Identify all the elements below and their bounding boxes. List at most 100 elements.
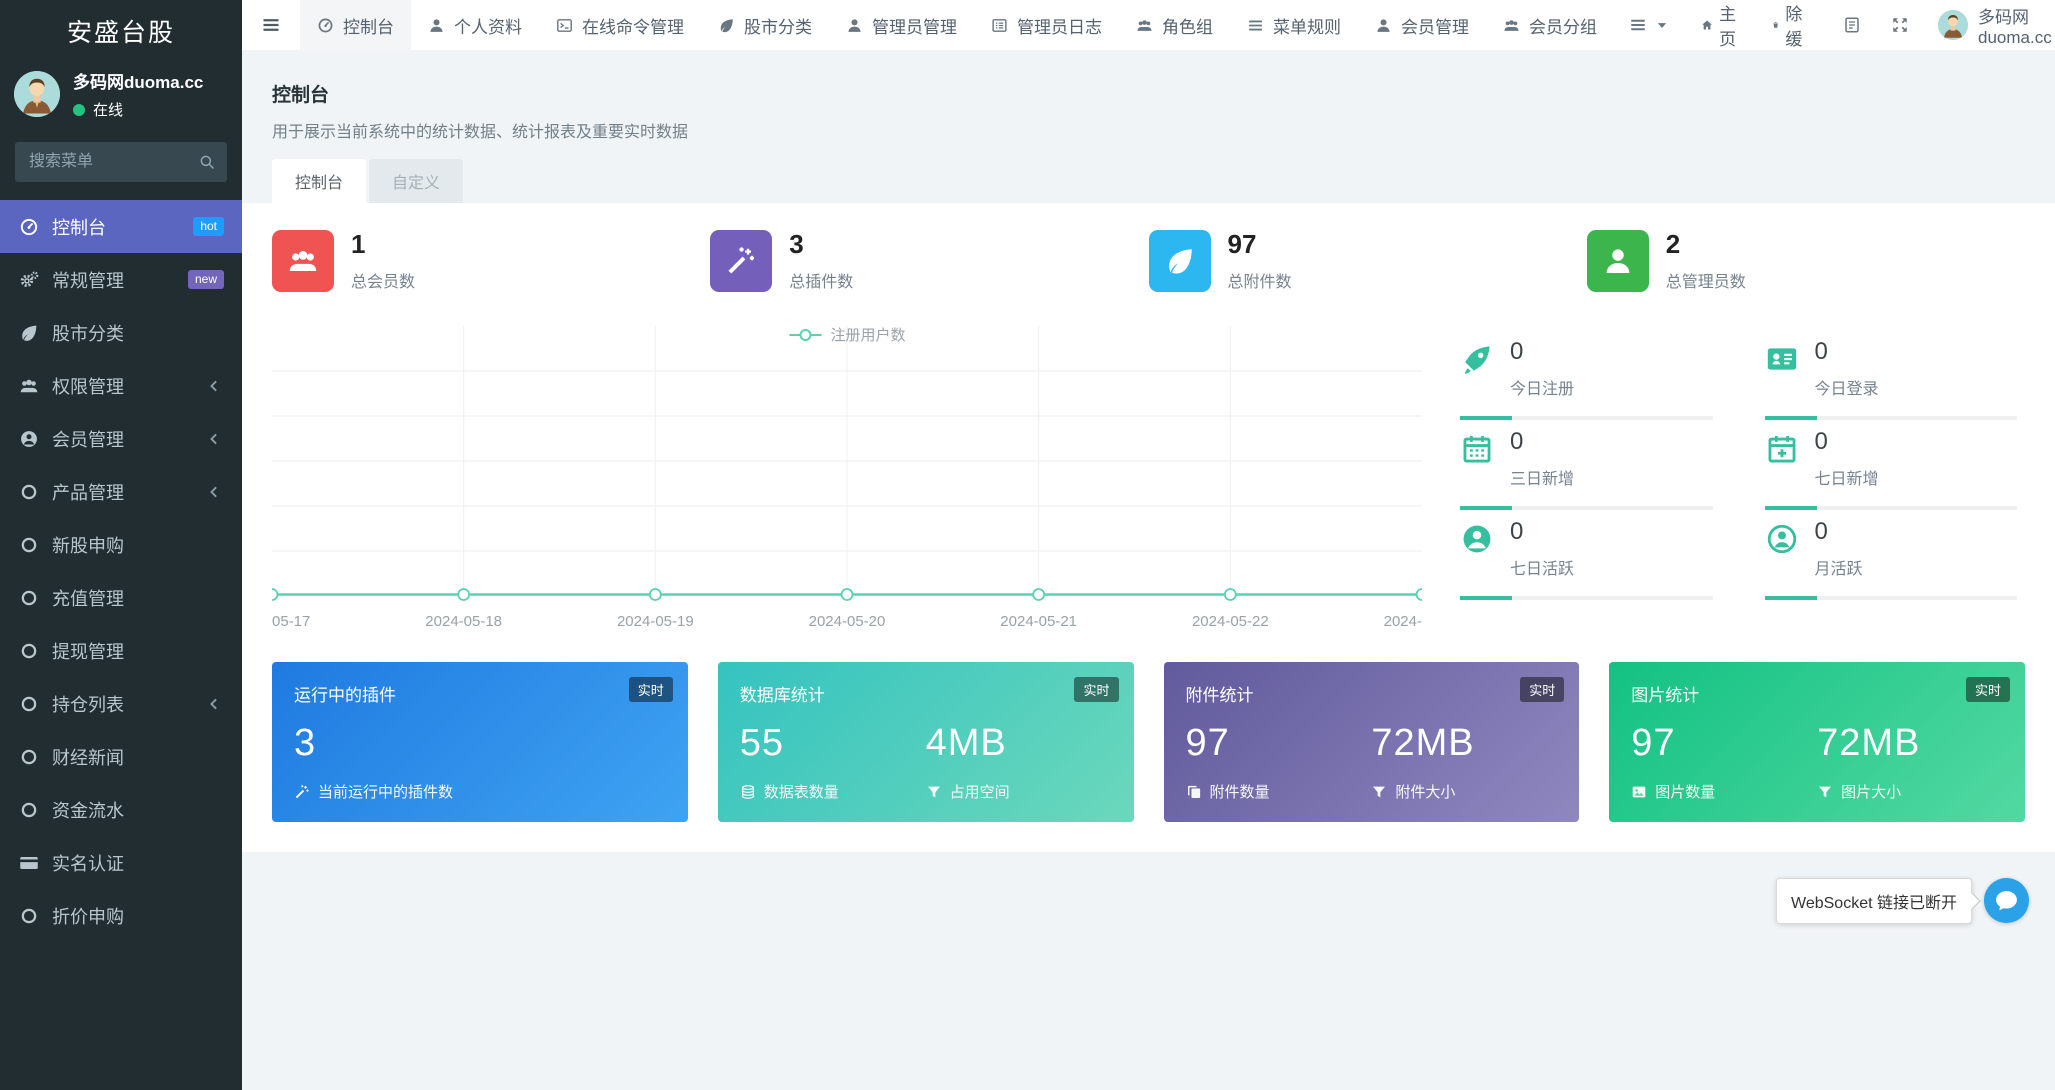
expand-icon bbox=[1891, 16, 1909, 34]
topnav-item[interactable]: 管理员管理 bbox=[829, 0, 974, 50]
mini-stat-text: 0 今日注册 bbox=[1510, 338, 1574, 399]
topnav-item[interactable]: 个人资料 bbox=[411, 0, 539, 50]
calendar-plus-icon bbox=[1765, 432, 1799, 466]
data-point[interactable] bbox=[1032, 588, 1046, 601]
chart-row: 注册用户数 2024-05-172024-05-182024-05-192024… bbox=[234, 324, 2026, 640]
sidebar-item[interactable]: 实名认证 bbox=[0, 836, 242, 889]
sidebar-item[interactable]: 新股申购 bbox=[0, 518, 242, 571]
stat-card: 1 总会员数 bbox=[272, 229, 710, 292]
topnav-item[interactable]: 菜单规则 bbox=[1230, 0, 1358, 50]
stat-iconbox bbox=[1148, 229, 1211, 292]
info-card-value: 3 bbox=[294, 722, 317, 764]
mini-stat-row: 0 今日登录 bbox=[1765, 338, 2026, 399]
info-card[interactable]: 图片统计 实时 97 图片数量 72MB 图片大小 bbox=[1609, 662, 2025, 822]
search-input[interactable] bbox=[15, 142, 227, 182]
language-icon bbox=[1843, 16, 1861, 34]
sidebar-item[interactable]: 常规管理 new bbox=[0, 253, 242, 306]
user-menu[interactable]: 多码网duoma.cc bbox=[1924, 0, 2055, 50]
data-point[interactable] bbox=[1415, 588, 1429, 601]
user-status: 在线 bbox=[73, 99, 203, 120]
info-card[interactable]: 附件统计 实时 97 附件数量 72MB 附件大小 bbox=[1163, 662, 1580, 822]
topnav-item[interactable]: 股市分类 bbox=[701, 0, 829, 50]
home-button[interactable]: 主页 bbox=[1686, 0, 1757, 50]
stat-label: 总附件数 bbox=[1227, 274, 1292, 291]
topnav-item[interactable]: 控制台 bbox=[300, 0, 411, 50]
sidebar-item[interactable]: 持仓列表 bbox=[0, 677, 242, 730]
sidebar-item[interactable]: 财经新闻 bbox=[0, 730, 242, 783]
sidebar-item[interactable]: 提现管理 bbox=[0, 624, 242, 677]
info-card[interactable]: 数据库统计 实时 55 数据表数量 4MB 占用空间 bbox=[717, 662, 1134, 822]
panel-tab[interactable]: 控制台 bbox=[272, 159, 367, 203]
chart-legend[interactable]: 注册用户数 bbox=[788, 324, 906, 345]
sidebar-toggle-icon[interactable] bbox=[242, 0, 300, 50]
brand-title: 安盛台股 bbox=[66, 19, 175, 47]
stat-row: 1 总会员数 3 总插件数 97 总附件数 2 总管理员数 bbox=[272, 229, 2025, 292]
database-icon bbox=[740, 784, 756, 800]
x-axis-label: 2024-05-23 bbox=[1384, 613, 1422, 630]
realtime-badge: 实时 bbox=[1965, 677, 2010, 702]
info-card-label: 数据表数量 bbox=[740, 781, 926, 802]
stat-card: 97 总附件数 bbox=[1148, 229, 1587, 292]
mini-stat-text: 0 今日登录 bbox=[1815, 338, 1879, 399]
sidebar-item[interactable]: 会员管理 bbox=[0, 412, 242, 465]
search-icon[interactable] bbox=[198, 153, 216, 171]
data-point[interactable] bbox=[1223, 588, 1237, 601]
info-card[interactable]: 运行中的插件 实时 3 当前运行中的插件数 bbox=[272, 662, 688, 822]
data-point[interactable] bbox=[457, 588, 471, 601]
mini-stat-label: 今日注册 bbox=[1510, 381, 1575, 398]
clear-cache-button[interactable]: 清除缓存 bbox=[1757, 0, 1828, 74]
sidebar-item[interactable]: 产品管理 bbox=[0, 465, 242, 518]
info-card-label: 附件大小 bbox=[1371, 781, 1557, 802]
data-point[interactable] bbox=[840, 588, 854, 601]
chat-button[interactable] bbox=[1984, 878, 2029, 923]
sidebar-item-label: 会员管理 bbox=[52, 429, 124, 450]
info-card-label: 附件数量 bbox=[1186, 781, 1372, 802]
info-card-column: 4MB 占用空间 bbox=[926, 722, 1112, 802]
sidebar-item[interactable]: 控制台 hot bbox=[0, 200, 242, 253]
menu-search bbox=[15, 142, 227, 182]
info-cards-row: 运行中的插件 实时 3 当前运行中的插件数 数据库统计 实时 55 数据表数量 4MB 占用空间 附… bbox=[272, 662, 2025, 822]
fullscreen-button[interactable] bbox=[1876, 0, 1924, 50]
sidebar-item[interactable]: 充值管理 bbox=[0, 571, 242, 624]
mini-stat-label: 三日新增 bbox=[1510, 471, 1575, 488]
menu-badge: new bbox=[187, 269, 224, 290]
panel-tab[interactable]: 自定义 bbox=[369, 159, 464, 203]
topnav-item[interactable]: 会员分组 bbox=[1486, 0, 1614, 50]
sidebar-item[interactable]: 股市分类 bbox=[0, 306, 242, 359]
leaf-icon bbox=[718, 17, 735, 34]
topnav-item[interactable]: 角色组 bbox=[1119, 0, 1230, 50]
stat-label: 总插件数 bbox=[789, 274, 854, 291]
magic-icon bbox=[725, 245, 757, 277]
tabs-dropdown-button[interactable] bbox=[1614, 0, 1686, 50]
sidebar-item-label: 产品管理 bbox=[52, 482, 124, 503]
sidebar-item-label: 充值管理 bbox=[52, 588, 124, 609]
topnav-item[interactable]: 管理员日志 bbox=[974, 0, 1119, 50]
stat-iconbox bbox=[272, 229, 334, 292]
sidebar-item[interactable]: 资金流水 bbox=[0, 783, 242, 836]
topnav-item[interactable]: 会员管理 bbox=[1358, 0, 1486, 50]
mini-stat-row: 0 七日活跃 bbox=[1460, 518, 1721, 579]
data-point[interactable] bbox=[648, 588, 662, 601]
mini-stat-progress bbox=[1460, 596, 1713, 600]
calendar-icon bbox=[1460, 432, 1494, 466]
caret-down-icon bbox=[1653, 16, 1671, 34]
mini-stat-row: 0 七日新增 bbox=[1765, 428, 2026, 489]
data-point[interactable] bbox=[265, 588, 279, 601]
sidebar-item-label: 提现管理 bbox=[52, 641, 124, 662]
registered-users-chart[interactable]: 注册用户数 2024-05-172024-05-182024-05-192024… bbox=[234, 324, 1460, 640]
circle-icon bbox=[19, 535, 39, 555]
realtime-badge: 实时 bbox=[628, 677, 673, 702]
user-name: 多码网duoma.cc bbox=[73, 73, 204, 92]
sidebar-item[interactable]: 权限管理 bbox=[0, 359, 242, 412]
info-card-label-text: 图片数量 bbox=[1655, 784, 1716, 801]
sidebar-item[interactable]: 折价申购 bbox=[0, 889, 242, 942]
info-card-value: 72MB bbox=[1371, 722, 1475, 764]
language-button[interactable] bbox=[1828, 0, 1876, 50]
mini-stat: 0 三日新增 bbox=[1460, 420, 1721, 510]
topnav-item[interactable]: 在线命令管理 bbox=[539, 0, 701, 50]
trash-icon bbox=[1772, 16, 1779, 34]
topnav-tabs: 控制台 个人资料 在线命令管理 股市分类 管理员管理 管理员日志 角色组 菜单规则 会员管理 会员… bbox=[300, 0, 1614, 50]
info-card-column: 72MB 附件大小 bbox=[1371, 722, 1557, 802]
leaf-icon bbox=[19, 323, 39, 343]
mini-stat-value: 0 bbox=[1510, 338, 1524, 365]
